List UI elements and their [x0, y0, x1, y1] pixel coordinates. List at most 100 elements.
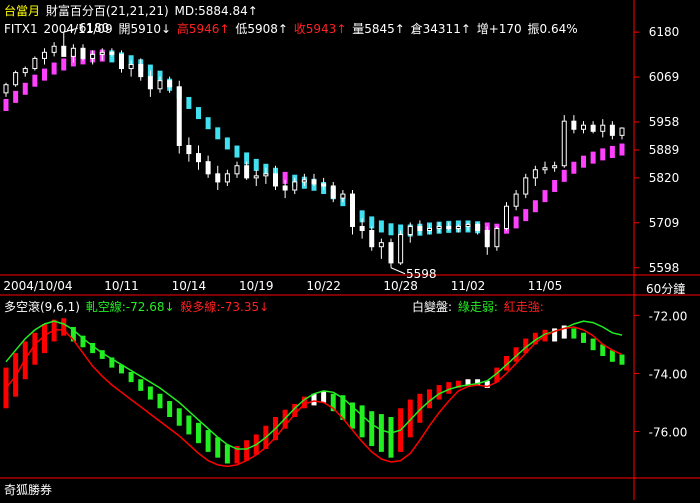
high-value: 高5946↑ [176, 22, 230, 36]
candle-body [282, 185, 288, 191]
candle-body [42, 51, 47, 59]
candle-body [427, 227, 432, 232]
osc-bar [138, 379, 144, 391]
sub-title: 多空滾(9,6,1) [4, 300, 80, 314]
band-segment [196, 107, 201, 120]
candle-body [407, 225, 413, 236]
candle-body [561, 120, 567, 167]
osc-bar [128, 371, 134, 383]
candle-body [455, 225, 461, 229]
osc-tick-label: -74.00 [649, 367, 688, 381]
band-segment [186, 96, 192, 109]
candle-body [378, 242, 384, 248]
candle-body [167, 80, 173, 88]
annotation-leader [390, 267, 406, 275]
osc-bar [224, 444, 230, 464]
header-line-2: FITX1 2004/11/09 開5910↓ 高5946↑ 低5908↑ 收5… [4, 20, 580, 37]
candle-body [590, 124, 596, 132]
osc-bar [359, 405, 365, 438]
indicator-label: 財富百分百(21,21,21) [45, 4, 169, 18]
osc-bar [196, 422, 201, 444]
candle-body [196, 153, 201, 163]
candle-body [128, 63, 134, 70]
chart-canvas: 6180 6069 5958 5889 5820 5709 5598 2004/10/04 10… [0, 0, 700, 500]
candle-body [138, 63, 144, 78]
band-segment [552, 179, 558, 192]
candle-body [80, 47, 86, 59]
price-tick-label: 6069 [649, 70, 680, 84]
osc-bar [167, 401, 173, 417]
band-segment [205, 117, 211, 130]
price-tick-label: 5958 [649, 115, 680, 129]
band-segment [609, 145, 615, 158]
short-squeeze-line [5, 320, 623, 450]
osc-bar [244, 440, 250, 461]
candle-body [244, 165, 250, 179]
candle-body [273, 173, 278, 187]
candle-body [504, 205, 509, 229]
candle-body [475, 223, 481, 232]
chart-root: 6180 6069 5958 5889 5820 5709 5598 2004/10/04 10… [0, 0, 700, 500]
date-tick-label: 10/14 [172, 279, 207, 293]
band-segment [590, 151, 596, 164]
date-tick-label: 10/11 [104, 279, 139, 293]
price-tick-label: 6180 [649, 25, 680, 39]
date-tick-label: 10/19 [239, 279, 274, 293]
band-segment [581, 155, 586, 168]
candle-body [109, 51, 115, 55]
candle-body [70, 47, 76, 57]
candle-body [619, 127, 625, 136]
candle-body [321, 183, 327, 187]
candle-body [215, 173, 221, 183]
band-segment [532, 200, 538, 213]
candle-body [32, 57, 38, 70]
date-tick-label: 2004/10/04 [3, 279, 72, 293]
candle-body [513, 193, 519, 207]
osc-bar [581, 332, 586, 343]
band-segment [32, 74, 38, 87]
candle-body [147, 76, 153, 90]
osc-bar [61, 318, 67, 336]
candle-body [581, 124, 586, 130]
band-segment [253, 158, 259, 171]
white-legend: 白變盤: [412, 300, 453, 314]
osc-bar [176, 408, 182, 426]
candle-body [465, 223, 471, 227]
candle-body [552, 165, 558, 169]
candle-body [436, 225, 442, 229]
date-tick-label: 10/22 [306, 279, 341, 293]
candle-body [176, 86, 182, 146]
candle-body [22, 68, 28, 74]
osc-bar [186, 415, 192, 435]
candle-body [301, 179, 307, 183]
price-tick-label: 5598 [649, 261, 680, 275]
candle-body [263, 173, 269, 177]
open-value: 開5910↓ [118, 22, 172, 36]
period-label[interactable]: 60分鐘 [646, 280, 685, 297]
candle-body [330, 185, 336, 199]
candle-body [398, 234, 404, 264]
candle-body [119, 53, 124, 70]
candle-body [292, 181, 298, 191]
osc-bar [388, 417, 394, 458]
candle-body [157, 80, 163, 90]
band-segment [561, 169, 567, 182]
osc-bar [609, 350, 615, 362]
candle-body [13, 72, 19, 86]
osc-bar [321, 390, 327, 403]
date-label: 2004/11/09 [43, 22, 113, 36]
osc-bar [369, 411, 375, 447]
price-tick-label: 5889 [649, 143, 680, 157]
candle-body [90, 53, 96, 59]
osc-bar [147, 386, 153, 400]
band-segment [224, 137, 230, 150]
band-segment [13, 90, 19, 103]
price-tick-label: 5820 [649, 171, 680, 185]
candle-body [369, 230, 375, 248]
date-tick-label: 11/02 [451, 279, 486, 293]
osc-bar [378, 414, 384, 452]
md-value: MD:5884.84↑ [174, 4, 258, 18]
candle-body [234, 165, 240, 175]
band-segment [513, 216, 519, 229]
candle-body [417, 225, 423, 232]
